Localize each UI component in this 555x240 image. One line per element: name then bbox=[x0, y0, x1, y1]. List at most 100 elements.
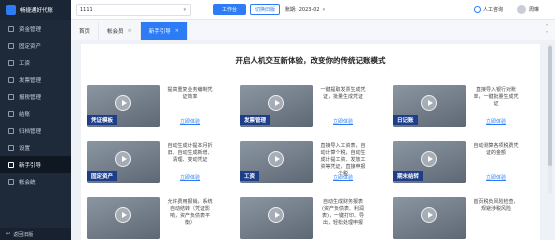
play-icon[interactable] bbox=[115, 207, 131, 223]
invoice-icon bbox=[8, 76, 14, 83]
sidebar-item[interactable]: 归档管理 bbox=[0, 122, 71, 139]
tab-label: 新手引导 bbox=[148, 29, 171, 35]
sidebar-item[interactable]: 工资 bbox=[0, 54, 71, 71]
period-select[interactable]: 2023-02 bbox=[299, 7, 320, 13]
tutorial-video-card[interactable]: 期末结转 bbox=[393, 141, 466, 183]
tutorial-video-card[interactable] bbox=[240, 197, 313, 239]
tutorial-video-card[interactable]: 固定资产 bbox=[87, 141, 160, 183]
back-label: 返回旧版 bbox=[13, 231, 34, 238]
sidebar-item-label: 发票管理 bbox=[19, 77, 42, 84]
close-icon[interactable]: × bbox=[128, 28, 132, 34]
tutorial-video-card[interactable] bbox=[87, 197, 160, 239]
sidebar-item-label: 新手引导 bbox=[19, 162, 42, 169]
sidebar-item[interactable]: 帐会统 bbox=[0, 173, 71, 190]
top-bar: 1111 ▾ 工作台 切换旧版 账期: 2023-02 ▾ 人工咨询 周琳 bbox=[71, 0, 555, 20]
try-now-link[interactable]: 立即体验 bbox=[473, 174, 519, 181]
sidebar-item[interactable]: 新手引导 bbox=[0, 156, 71, 173]
try-now-link[interactable]: 立即体验 bbox=[320, 118, 366, 125]
play-icon[interactable] bbox=[268, 95, 284, 111]
tab[interactable]: 帐会员 × bbox=[99, 22, 141, 40]
guide-icon bbox=[8, 161, 14, 168]
back-arrow-icon: ↩ bbox=[6, 231, 11, 237]
card-title: 日记账 bbox=[393, 115, 418, 125]
tab-scroll-control[interactable]: ˄ ˅ bbox=[543, 24, 551, 38]
settings-icon bbox=[8, 144, 14, 151]
app-logo[interactable]: 畅捷通好代账 bbox=[0, 0, 71, 20]
close-book-icon bbox=[8, 110, 14, 117]
chevron-down-icon[interactable]: ˅ bbox=[546, 31, 549, 38]
card-title: 工资 bbox=[240, 171, 260, 181]
try-now-link[interactable]: 立即体验 bbox=[167, 118, 213, 125]
card-description: 直接导入工资表，自动计算个税，自动生成计提工资、发放工资等凭证，直接申报个税 bbox=[320, 143, 366, 177]
company-value: 1111 bbox=[80, 6, 93, 13]
period-label: 账期: bbox=[285, 7, 297, 13]
card-title: 固定资产 bbox=[87, 171, 118, 181]
sidebar-item-label: 固定资产 bbox=[19, 43, 42, 50]
tab[interactable]: 首页 bbox=[71, 22, 100, 40]
user-name[interactable]: 周琳 bbox=[529, 6, 539, 13]
stats-icon bbox=[8, 178, 14, 185]
card-description: 允许费用报销，系统自动结转（凭证影响，资产负债表平衡） bbox=[167, 199, 213, 226]
sidebar-item[interactable]: 设置 bbox=[0, 139, 71, 156]
tutorial-video-card[interactable]: 工资 bbox=[240, 141, 313, 183]
sidebar: 畅捷通好代账 资金管理固定资产工资发票管理报税管理结账归档管理设置新手引导帐会统… bbox=[0, 0, 71, 240]
card-title: 发票管理 bbox=[240, 115, 271, 125]
sidebar-item[interactable]: 资金管理 bbox=[0, 20, 71, 37]
card-description: 提高重复业务编制凭证效率 bbox=[167, 87, 213, 100]
try-now-link[interactable]: 立即体验 bbox=[167, 174, 213, 181]
scrollbar-thumb[interactable] bbox=[548, 46, 552, 166]
chevron-down-icon: ▾ bbox=[183, 6, 186, 13]
play-icon[interactable] bbox=[421, 95, 437, 111]
sidebar-item[interactable]: 结账 bbox=[0, 105, 71, 122]
avatar[interactable] bbox=[516, 5, 526, 14]
tab[interactable]: 新手引导 × bbox=[140, 22, 188, 40]
card-description: 直接导入银行对账单，一键批量生成凭证 bbox=[473, 87, 519, 107]
card-description: 自动测算各项税费凭证的金额 bbox=[473, 143, 519, 156]
page-title: 开启人机交互新体验，改变你的传统记账模式 bbox=[235, 56, 386, 65]
chevron-up-icon[interactable]: ˄ bbox=[546, 24, 549, 31]
tax-icon bbox=[8, 93, 14, 100]
tutorial-video-card[interactable] bbox=[393, 197, 466, 239]
close-icon[interactable]: × bbox=[175, 28, 179, 34]
switch-old-version-button[interactable]: 切换旧版 bbox=[250, 4, 281, 15]
play-icon[interactable] bbox=[268, 207, 284, 223]
tab-bar: 首页 帐会员 × 新手引导 × ˄ ˅ bbox=[71, 20, 555, 40]
card-title: 期末结转 bbox=[393, 171, 424, 181]
guide-panel: 开启人机交互新体验，改变你的传统记账模式 凭证模板 提高重复业务编制凭证效率立即体… bbox=[81, 44, 540, 240]
company-select[interactable]: 1111 ▾ bbox=[76, 3, 191, 16]
tutorial-video-card[interactable]: 凭证模板 bbox=[87, 85, 160, 127]
sidebar-item-label: 帐会统 bbox=[19, 179, 36, 186]
play-icon[interactable] bbox=[421, 207, 437, 223]
workbench-button[interactable]: 工作台 bbox=[213, 4, 247, 15]
sidebar-item-label: 设置 bbox=[19, 145, 31, 152]
back-to-old-version-link[interactable]: ↩ 返回旧版 bbox=[0, 228, 71, 240]
app-name: 畅捷通好代账 bbox=[20, 8, 54, 14]
try-now-link[interactable]: 立即体验 bbox=[473, 118, 519, 125]
scrollbar[interactable] bbox=[548, 44, 552, 194]
play-icon[interactable] bbox=[115, 95, 131, 111]
play-icon[interactable] bbox=[421, 151, 437, 167]
sidebar-item-label: 归档管理 bbox=[19, 128, 42, 135]
play-icon[interactable] bbox=[268, 151, 284, 167]
asset-icon bbox=[8, 42, 14, 49]
tutorial-video-card[interactable]: 发票管理 bbox=[240, 85, 313, 127]
headset-icon[interactable] bbox=[473, 6, 481, 13]
wallet-icon bbox=[8, 25, 14, 32]
card-description: 一键提取发票生成凭证，批量生成凭证 bbox=[320, 87, 366, 100]
tab-label: 首页 bbox=[79, 29, 91, 35]
play-icon[interactable] bbox=[115, 151, 131, 167]
chevron-down-icon[interactable]: ▾ bbox=[323, 7, 326, 13]
try-now-link[interactable]: 立即体验 bbox=[320, 174, 366, 181]
tab-label: 帐会员 bbox=[107, 29, 124, 35]
sidebar-item[interactable]: 发票管理 bbox=[0, 71, 71, 88]
tutorial-video-card[interactable]: 日记账 bbox=[393, 85, 466, 127]
sidebar-item[interactable]: 固定资产 bbox=[0, 37, 71, 54]
sidebar-item-label: 结账 bbox=[19, 111, 31, 118]
card-description: 首页税负风险检查，规避涉税风险 bbox=[473, 199, 519, 212]
sidebar-item-label: 资金管理 bbox=[19, 26, 42, 33]
card-title: 凭证模板 bbox=[87, 115, 118, 125]
logo-icon bbox=[6, 5, 16, 15]
sidebar-item[interactable]: 报税管理 bbox=[0, 88, 71, 105]
support-link[interactable]: 人工咨询 bbox=[483, 6, 503, 13]
salary-icon bbox=[8, 59, 14, 66]
